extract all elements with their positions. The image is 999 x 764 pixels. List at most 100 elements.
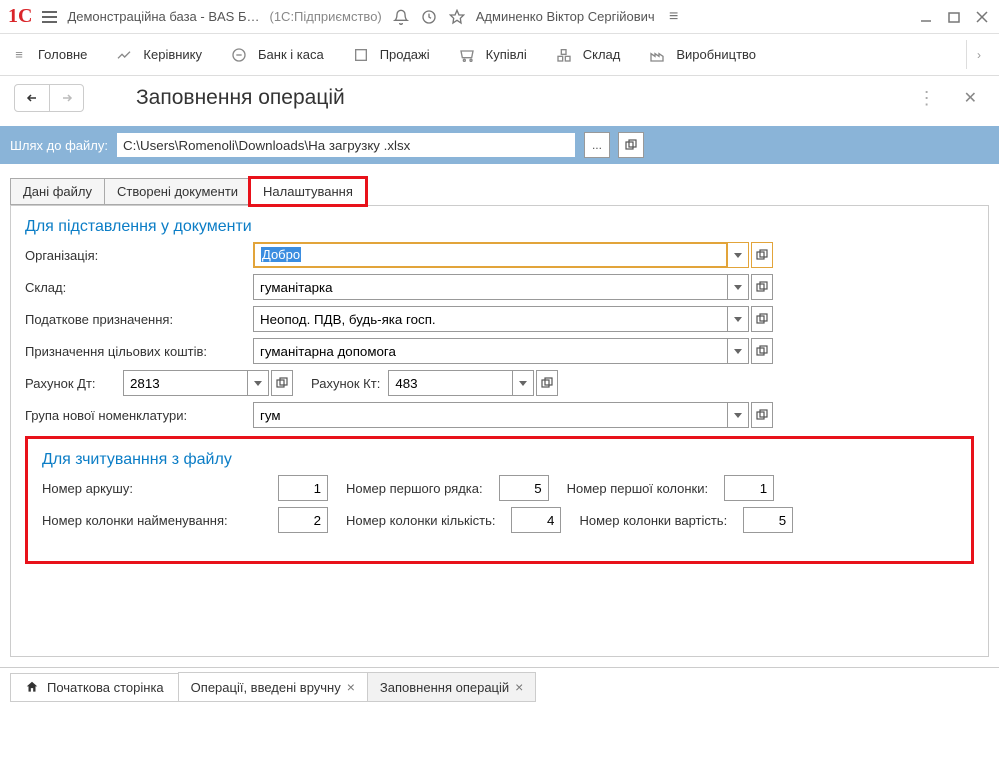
open-ref-icon[interactable] [751,338,773,364]
dots-icon: ... [592,138,602,152]
back-button[interactable] [15,85,49,111]
document-tab-label: Заповнення операцій [380,680,509,695]
account-dt-input[interactable] [123,370,248,396]
file-reading-section: Для зчитуванння з файлу Номер аркушу: Но… [25,436,974,564]
section-title-docs: Для підставлення у документи [25,218,974,236]
nav-item-purchases[interactable]: Купівлі [458,46,527,64]
nomenclature-group-label: Група нової номенклатури: [25,408,253,423]
dropdown-icon[interactable] [512,370,534,396]
tab-created-docs[interactable]: Створені документи [104,178,251,205]
warehouse-combo[interactable] [253,274,773,300]
open-ref-icon[interactable] [751,274,773,300]
qty-col-input[interactable] [511,507,561,533]
dropdown-icon[interactable] [727,306,749,332]
nav-label: Продажі [380,47,430,62]
dropdown-icon[interactable] [727,274,749,300]
home-tab[interactable]: Початкова сторінка [10,673,179,702]
first-col-input[interactable] [724,475,774,501]
nav-item-stock[interactable]: Склад [555,46,621,64]
document-tabs: Початкова сторінка Операції, введені вру… [0,667,999,706]
settings-lines-icon[interactable]: ≡ [665,8,683,26]
account-kt-input[interactable] [388,370,513,396]
close-tab-icon[interactable]: × [347,679,355,695]
account-dt-combo[interactable] [123,370,293,396]
app-title: Демонстраційна база - BAS Б… [67,9,259,24]
user-name[interactable]: Админенко Віктор Сергійович [476,9,655,24]
tab-file-data[interactable]: Дані файлу [10,178,105,205]
home-lines-icon: ≡ [10,46,28,64]
qty-col-label: Номер колонки кількість: [346,513,495,528]
dropdown-icon[interactable] [247,370,269,396]
account-kt-label: Рахунок Кт: [311,376,380,391]
close-window-button[interactable] [973,8,991,26]
target-funds-combo[interactable] [253,338,773,364]
page-header: Заповнення операцій ⋮ ✕ [0,76,999,126]
nomenclature-group-combo[interactable] [253,402,773,428]
account-dt-label: Рахунок Дт: [25,376,115,391]
first-row-label: Номер першого рядка: [346,481,483,496]
page-title: Заповнення операцій [136,86,345,110]
nav-label: Виробництво [676,47,756,62]
organization-input[interactable] [253,242,728,268]
open-ref-icon[interactable] [751,242,773,268]
nav-item-director[interactable]: Керівнику [115,46,202,64]
name-col-label: Номер колонки найменування: [42,513,270,528]
forward-button[interactable] [49,85,83,111]
nav-bar: ≡ Головне Керівнику Банк і каса Продажі … [0,34,999,76]
title-bar: 1С Демонстраційна база - BAS Б… (1С:Підп… [0,0,999,34]
organization-value: Добро [261,247,301,262]
path-label: Шлях до файлу: [10,138,108,153]
tax-purpose-combo[interactable] [253,306,773,332]
tax-purpose-input[interactable] [253,306,728,332]
nav-item-main[interactable]: ≡ Головне [10,46,87,64]
first-col-label: Номер першої колонки: [567,481,709,496]
dropdown-icon[interactable] [727,242,749,268]
warehouse-input[interactable] [253,274,728,300]
logo-1c: 1С [8,5,32,28]
tab-settings[interactable]: Налаштування [250,178,366,205]
nav-label: Головне [38,47,87,62]
bell-icon[interactable] [392,8,410,26]
nav-item-sales[interactable]: Продажі [352,46,430,64]
warehouse-label: Склад: [25,280,253,295]
organization-combo[interactable]: Добро [253,242,773,268]
name-col-input[interactable] [278,507,328,533]
settings-panel: Для підставлення у документи Організація… [10,205,989,657]
open-ref-icon[interactable] [271,370,293,396]
nav-separator [966,40,967,69]
dropdown-icon[interactable] [727,402,749,428]
nav-label: Склад [583,47,621,62]
organization-label: Організація: [25,248,253,263]
history-icon[interactable] [420,8,438,26]
kebab-menu-icon[interactable]: ⋮ [910,88,944,109]
cost-col-input[interactable] [743,507,793,533]
nav-overflow-icon[interactable]: › [977,48,989,62]
account-kt-combo[interactable] [388,370,558,396]
nav-item-bank[interactable]: Банк і каса [230,46,324,64]
open-externally-button[interactable] [618,132,644,158]
minimize-button[interactable] [917,8,935,26]
main-menu-icon[interactable] [42,11,57,23]
nomenclature-group-input[interactable] [253,402,728,428]
dropdown-icon[interactable] [727,338,749,364]
close-tab-icon[interactable]: × [515,679,523,695]
document-tab-operations[interactable]: Операції, введені вручну × [178,672,368,702]
cart-icon [458,46,476,64]
document-tab-fill-operations[interactable]: Заповнення операцій × [367,672,536,702]
platform-label: (1С:Підприємство) [270,9,382,24]
nav-item-production[interactable]: Виробництво [648,46,756,64]
bank-icon [230,46,248,64]
star-icon[interactable] [448,8,466,26]
sheet-number-input[interactable] [278,475,328,501]
sales-icon [352,46,370,64]
maximize-button[interactable] [945,8,963,26]
factory-icon [648,46,666,64]
target-funds-input[interactable] [253,338,728,364]
open-ref-icon[interactable] [751,306,773,332]
close-page-button[interactable]: ✕ [956,88,985,108]
open-ref-icon[interactable] [751,402,773,428]
browse-button[interactable]: ... [584,132,610,158]
path-input[interactable] [116,132,576,158]
open-ref-icon[interactable] [536,370,558,396]
first-row-input[interactable] [499,475,549,501]
